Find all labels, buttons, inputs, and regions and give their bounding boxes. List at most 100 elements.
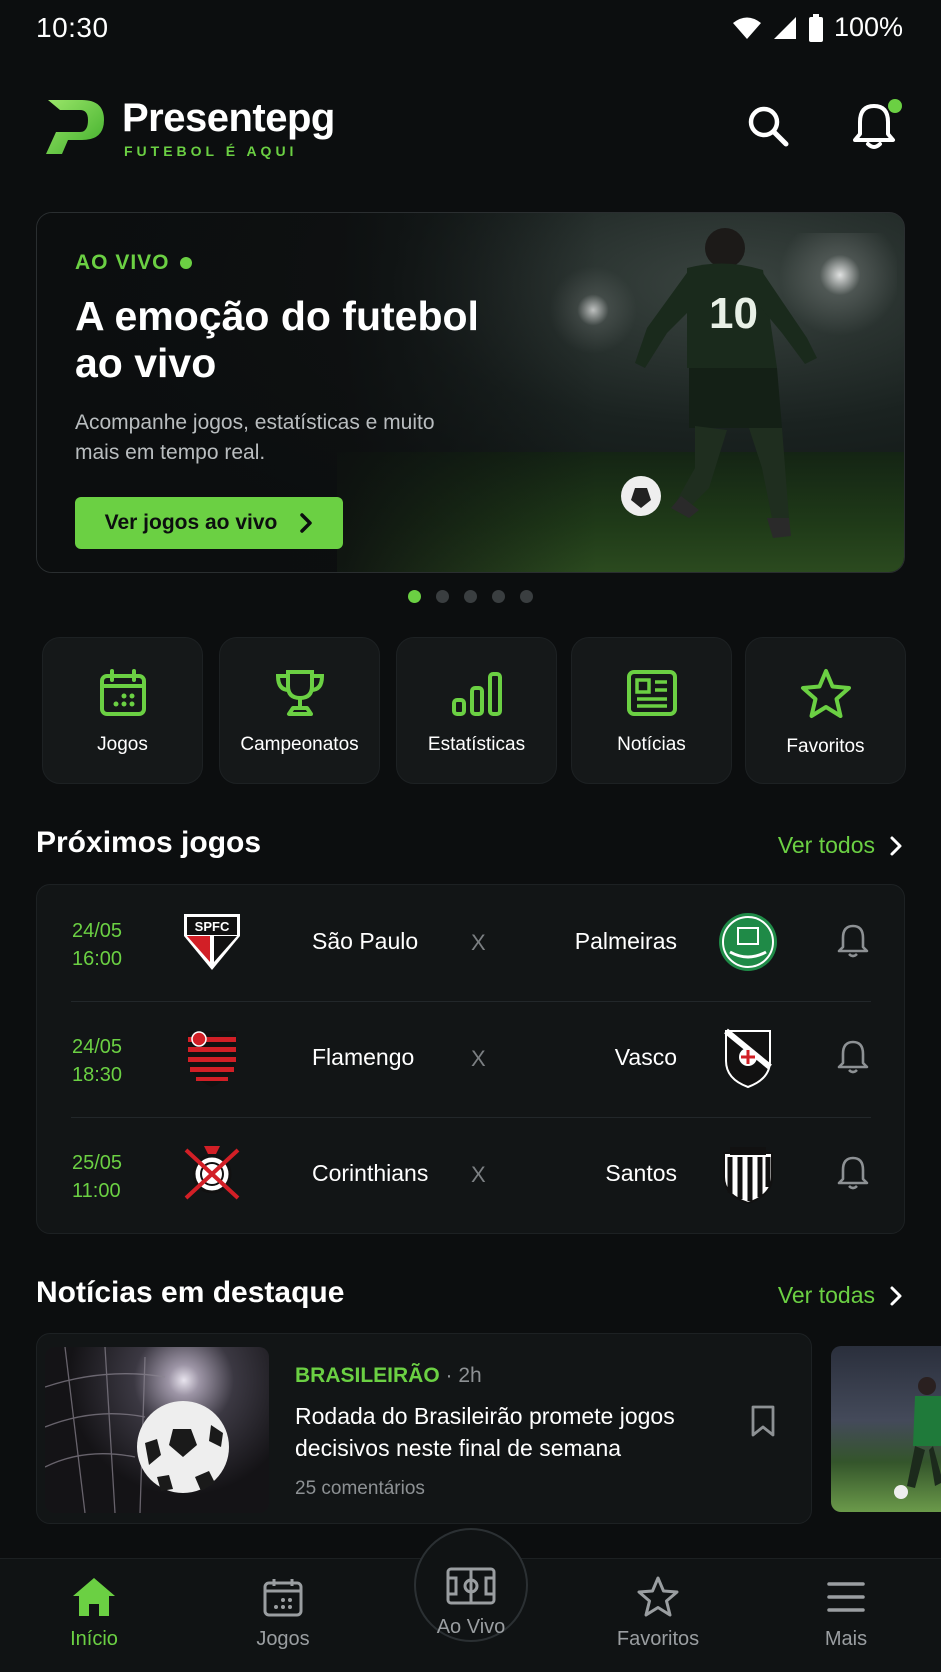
player-photo-image — [894, 1377, 941, 1499]
away-team: Santos — [605, 1160, 677, 1186]
away-team: Vasco — [614, 1044, 677, 1070]
match-date: 24/05 — [72, 1036, 123, 1058]
nav-label: Mais — [824, 1628, 868, 1650]
versus-label: X — [471, 1046, 486, 1071]
nav-label: Início — [70, 1628, 118, 1650]
nav-label: Ao Vivo — [436, 1616, 506, 1638]
news-headline: Rodada do Brasileirão promete jogos deci… — [295, 1403, 675, 1461]
search-icon — [748, 106, 789, 147]
search-button[interactable] — [742, 100, 794, 152]
match-reminder-button[interactable] — [837, 923, 869, 964]
home-team: São Paulo — [312, 928, 419, 954]
watch-live-button[interactable]: Ver jogos ao vivo — [75, 497, 343, 549]
category-campeonatos[interactable]: Campeonatos — [219, 637, 380, 784]
live-dot — [179, 257, 192, 269]
match-row[interactable]: 25/05 11:00 Corinthians X Santos — [37, 1117, 906, 1232]
battery-icon — [808, 13, 823, 42]
home-team: Flamengo — [312, 1044, 415, 1070]
flamengo-crest-icon — [181, 1027, 243, 1089]
chevron-right-icon — [300, 513, 313, 533]
match-date: 25/05 — [72, 1152, 123, 1174]
match-time: 11:00 — [72, 1180, 121, 1202]
battery-level: 100% — [833, 12, 903, 42]
match-datetime: 24/05 18:30 — [72, 1033, 122, 1089]
brand-name: Presentepg — [122, 96, 335, 140]
newspaper-icon — [626, 670, 677, 716]
news-thumbnail — [45, 1347, 269, 1513]
category-label: Notícias — [617, 734, 686, 755]
category-label: Estatísticas — [427, 734, 526, 755]
match-time: 16:00 — [72, 948, 123, 970]
carousel-dot[interactable] — [464, 590, 477, 603]
bell-icon — [837, 1156, 869, 1190]
match-date: 24/05 — [72, 920, 123, 942]
bookmark-button[interactable] — [749, 1404, 777, 1443]
view-all-label: Ver todas — [777, 1282, 875, 1308]
versus-label: X — [471, 1162, 486, 1187]
bookmark-icon — [751, 1405, 775, 1437]
match-row[interactable]: 24/05 18:30 Flamengo X Vasco — [37, 1001, 906, 1116]
view-all-label: Ver todos — [777, 832, 875, 858]
brand-tagline: FUTEBOL É AQUI — [124, 143, 298, 159]
bell-icon — [837, 1040, 869, 1074]
match-row[interactable]: 24/05 16:00 SPFC São Paulo X Palmeiras — [37, 885, 906, 1000]
view-all-news-link[interactable]: Ver todas — [778, 1282, 903, 1309]
hero-subtitle: Acompanhe jogos, estatísticas e muito ma… — [75, 411, 435, 464]
category-estatisticas[interactable]: Estatísticas — [396, 637, 557, 784]
category-favoritos[interactable]: Favoritos — [745, 637, 906, 784]
carousel-dot[interactable] — [436, 590, 449, 603]
home-team: Corinthians — [312, 1160, 429, 1186]
chevron-right-icon — [890, 836, 902, 855]
nav-mais[interactable]: Mais — [776, 1576, 916, 1651]
category-jogos[interactable]: Jogos — [42, 637, 203, 784]
menu-icon — [827, 1582, 865, 1612]
carousel-dot[interactable] — [492, 590, 505, 603]
corinthians-crest-icon — [181, 1143, 243, 1205]
bar-chart-icon — [451, 672, 502, 716]
versus-label: X — [471, 930, 486, 955]
hero-banner[interactable]: 10 AO VIVO A emoção do futebol ao vivo A… — [36, 212, 905, 573]
calendar-icon — [99, 669, 146, 716]
match-reminder-button[interactable] — [837, 1039, 869, 1080]
trophy-icon — [275, 670, 324, 716]
match-datetime: 24/05 16:00 — [72, 917, 122, 973]
calendar-icon — [263, 1579, 303, 1617]
brand-logo-icon — [46, 100, 104, 154]
bell-icon — [837, 924, 869, 958]
match-time: 18:30 — [72, 1064, 123, 1086]
chevron-right-icon — [890, 1286, 902, 1305]
santos-crest-icon — [717, 1143, 779, 1205]
nav-jogos[interactable]: Jogos — [213, 1576, 353, 1651]
away-team: Palmeiras — [574, 928, 677, 954]
match-reminder-button[interactable] — [837, 1155, 869, 1196]
carousel-dot[interactable] — [408, 590, 421, 603]
live-indicator: AO VIVO — [75, 251, 192, 275]
palmeiras-crest-icon — [717, 911, 779, 973]
nav-inicio[interactable]: Início — [24, 1576, 164, 1651]
star-icon — [800, 669, 851, 718]
watch-live-label: Ver jogos ao vivo — [104, 511, 278, 534]
nav-ao-vivo[interactable]: Ao Vivo — [401, 1566, 541, 1639]
upcoming-matches-list: 24/05 16:00 SPFC São Paulo X Palmeiras 2… — [36, 884, 905, 1234]
category-label: Campeonatos — [240, 734, 359, 755]
star-icon — [637, 1576, 679, 1617]
news-card-next-thumbnail[interactable] — [831, 1346, 941, 1512]
status-bar: 10:30 100% — [0, 0, 941, 58]
carousel-dot[interactable] — [520, 590, 533, 603]
hero-title: A emoção do futebol ao vivo — [75, 293, 479, 386]
news-card[interactable]: BRASILEIRÃO · 2h Rodada do Brasileirão p… — [36, 1333, 812, 1524]
section-title-news: Notícias em destaque — [36, 1276, 345, 1309]
category-label: Jogos — [97, 734, 148, 755]
sao-paulo-crest-icon: SPFC — [181, 911, 243, 973]
signal-icon — [773, 16, 796, 39]
notification-dot — [888, 99, 902, 113]
news-meta: BRASILEIRÃO · 2h — [295, 1364, 482, 1388]
live-label: AO VIVO — [75, 251, 170, 274]
status-icons: 100% — [732, 12, 903, 43]
jersey-number: 10 — [709, 289, 758, 338]
nav-label: Jogos — [256, 1628, 310, 1650]
category-noticias[interactable]: Notícias — [571, 637, 732, 784]
nav-favoritos[interactable]: Favoritos — [588, 1576, 728, 1651]
view-all-matches-link[interactable]: Ver todos — [778, 832, 903, 859]
news-category: BRASILEIRÃO — [295, 1364, 440, 1387]
